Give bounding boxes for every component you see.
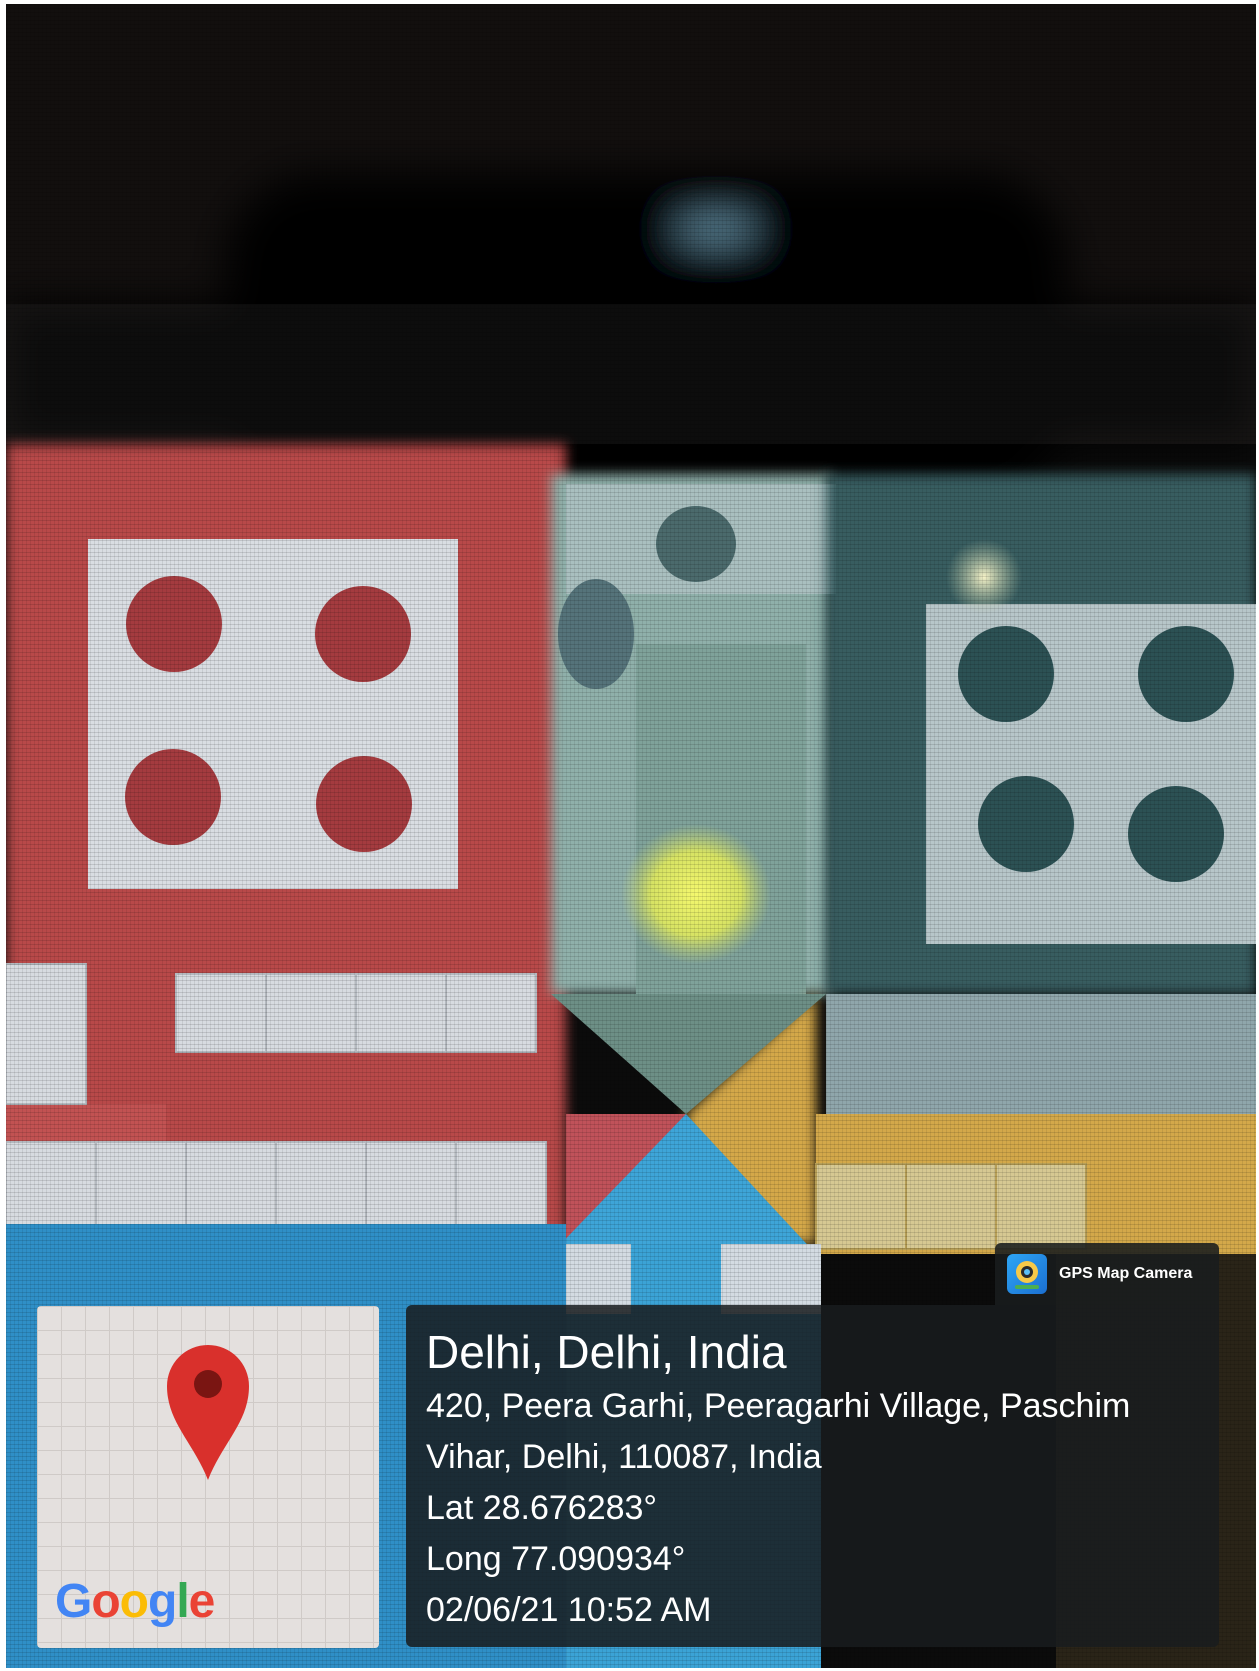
- address-line-1: 420, Peera Garhi, Peeragarhi Village, Pa…: [426, 1387, 1131, 1425]
- gps-map-camera-label: GPS Map Camera: [1059, 1265, 1193, 1282]
- address-line-2: Vihar, Delhi, 110087, India: [426, 1438, 822, 1476]
- google-logo-letter-6: e: [188, 1575, 216, 1628]
- location-info-panel: Delhi, Delhi, India 420, Peera Garhi, Pe…: [406, 1305, 1219, 1647]
- google-logo-letter-1: G: [55, 1575, 92, 1628]
- gps-map-camera-badge: GPS Map Camera: [995, 1243, 1219, 1305]
- location-city: Delhi, Delhi, India: [426, 1326, 787, 1378]
- google-logo-letter-4: g: [148, 1575, 177, 1628]
- google-logo-letter-5: l: [176, 1575, 189, 1628]
- google-logo-letter-3: o: [119, 1575, 149, 1628]
- timestamp-value: 02/06/21 10:52 AM: [426, 1591, 712, 1629]
- google-logo: Google: [55, 1574, 216, 1629]
- map-pin-icon: [167, 1345, 249, 1480]
- google-logo-letter-2: o: [91, 1575, 120, 1628]
- gps-map-camera-icon: [1007, 1254, 1047, 1294]
- latitude-value: Lat 28.676283°: [426, 1489, 658, 1527]
- location-minimap[interactable]: Google: [37, 1306, 379, 1648]
- photo-frame: Google GPS Map Camera Delhi, Delhi, Indi…: [6, 4, 1256, 1668]
- longitude-value: Long 77.090934°: [426, 1540, 686, 1578]
